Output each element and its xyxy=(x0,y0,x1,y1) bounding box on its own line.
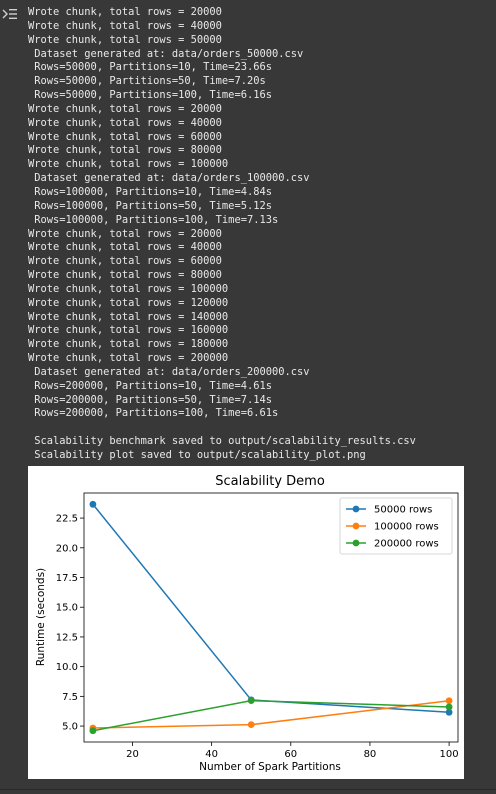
legend-label: 50000 rows xyxy=(374,505,432,516)
y-tick-label: 22.5 xyxy=(56,514,78,525)
line-chart: Scalability Demo 5.0 7.5 10.0 12.5 15.0 17.5 2… xyxy=(35,474,459,773)
output-line: Wrote chunk, total rows = 80000 xyxy=(28,144,222,157)
output-line: Dataset generated at: data/orders_50000.… xyxy=(28,47,304,60)
y-tick-label: 20.0 xyxy=(56,543,78,554)
output-line: Wrote chunk, total rows = 200000 xyxy=(28,352,229,365)
output-line: Wrote chunk, total rows = 100000 xyxy=(28,158,229,171)
scalability-plot: Scalability Demo 5.0 7.5 10.0 12.5 15.0 17.5 2… xyxy=(28,466,464,779)
cell-divider xyxy=(0,789,496,790)
output-line: Dataset generated at: data/orders_100000… xyxy=(28,172,310,185)
x-tick-label: 20 xyxy=(126,749,139,760)
output-line: Wrote chunk, total rows = 40000 xyxy=(28,241,222,254)
output-line: Wrote chunk, total rows = 120000 xyxy=(28,296,229,309)
x-tick-label: 40 xyxy=(205,749,218,760)
output-line: Wrote chunk, total rows = 40000 xyxy=(28,19,222,32)
output-line: Dataset generated at: data/orders_200000… xyxy=(28,365,310,378)
output-line: Rows=100000, Partitions=50, Time=5.12s xyxy=(28,199,272,212)
data-point xyxy=(89,727,97,735)
x-tick-label: 100 xyxy=(440,749,459,760)
output-line: Wrote chunk, total rows = 140000 xyxy=(28,310,229,323)
y-tick-label: 5.0 xyxy=(62,722,78,733)
y-tick-label: 12.5 xyxy=(56,632,78,643)
data-point xyxy=(445,703,453,711)
output-line: Rows=50000, Partitions=10, Time=23.66s xyxy=(28,61,272,74)
legend-swatch-marker xyxy=(352,505,360,513)
y-tick-label: 10.0 xyxy=(56,662,78,673)
output-line: Scalability plot saved to output/scalabi… xyxy=(28,449,366,461)
output-line: Rows=200000, Partitions=50, Time=7.14s xyxy=(28,393,272,406)
y-tick-label: 7.5 xyxy=(62,692,78,703)
output-line: Wrote chunk, total rows = 20000 xyxy=(28,227,222,240)
output-collapse-icon[interactable] xyxy=(2,6,18,20)
x-tick-label: 60 xyxy=(284,749,297,760)
data-point xyxy=(247,697,255,705)
output-line: Rows=100000, Partitions=10, Time=4.84s xyxy=(28,185,272,198)
output-line: Wrote chunk, total rows = 180000 xyxy=(28,338,229,351)
output-line: Rows=200000, Partitions=100, Time=6.61s xyxy=(28,407,279,420)
y-tick-label: 17.5 xyxy=(56,573,78,584)
output-line: Wrote chunk, total rows = 20000 xyxy=(28,102,222,115)
legend-label: 100000 rows xyxy=(374,522,439,533)
output-line: Rows=50000, Partitions=50, Time=7.20s xyxy=(28,75,266,88)
y-axis-label: Runtime (seconds) xyxy=(35,568,47,666)
output-line: Scalability benchmark saved to output/sc… xyxy=(28,435,416,448)
output-line: Wrote chunk, total rows = 80000 xyxy=(28,269,222,282)
legend-swatch-marker xyxy=(352,539,360,547)
output-line: Wrote chunk, total rows = 100000 xyxy=(28,282,229,295)
output-line: Wrote chunk, total rows = 60000 xyxy=(28,255,222,268)
output-line: Wrote chunk, total rows = 20000 xyxy=(28,6,222,18)
data-point xyxy=(89,500,97,508)
chart-title: Scalability Demo xyxy=(215,474,325,489)
legend: 50000 rows 100000 rows 200000 rows xyxy=(339,497,453,555)
output-line: Rows=200000, Partitions=10, Time=4.61s xyxy=(28,379,272,392)
output-line: Rows=50000, Partitions=100, Time=6.16s xyxy=(28,89,272,102)
x-tick-label: 80 xyxy=(364,749,377,760)
output-line: Rows=100000, Partitions=100, Time=7.13s xyxy=(28,213,279,226)
output-line: Wrote chunk, total rows = 60000 xyxy=(28,130,222,143)
x-axis-label: Number of Spark Partitions xyxy=(199,761,341,773)
legend-swatch-marker xyxy=(352,522,360,530)
output-line: Wrote chunk, total rows = 40000 xyxy=(28,116,222,129)
data-point xyxy=(247,721,255,729)
data-point xyxy=(445,697,453,705)
y-tick-label: 15.0 xyxy=(56,603,78,614)
output-line: Wrote chunk, total rows = 160000 xyxy=(28,324,229,337)
output-line: Wrote chunk, total rows = 50000 xyxy=(28,33,222,46)
legend-label: 200000 rows xyxy=(374,539,439,550)
stdout-text: Wrote chunk, total rows = 20000 Wrote chu… xyxy=(28,6,490,463)
output-cell: Wrote chunk, total rows = 20000 Wrote chu… xyxy=(0,0,496,794)
